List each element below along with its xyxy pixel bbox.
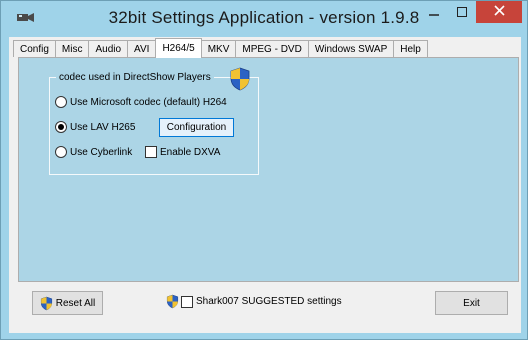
radio-lav-h265-label: Use LAV H265 xyxy=(70,121,136,133)
tab-help[interactable]: Help xyxy=(393,40,428,57)
uac-shield-icon xyxy=(166,294,179,309)
app-window: 32bit Settings Application - version 1.9… xyxy=(0,0,528,340)
suggested-settings-checkbox[interactable]: Shark007 SUGGESTED settings xyxy=(166,294,342,309)
close-button[interactable] xyxy=(476,1,522,23)
minimize-button[interactable] xyxy=(421,1,447,23)
suggested-settings-box[interactable] xyxy=(181,295,193,308)
uac-shield-icon xyxy=(40,296,53,311)
enable-dxva-label: Enable DXVA xyxy=(160,146,221,158)
enable-dxva-checkbox[interactable]: Enable DXVA xyxy=(145,146,220,158)
radio-cyberlink-label: Use Cyberlink xyxy=(70,146,133,158)
suggested-settings-label: Shark007 SUGGESTED settings xyxy=(196,296,342,307)
tab-h264-5[interactable]: H264/5 xyxy=(155,38,202,58)
enable-dxva-box[interactable] xyxy=(145,146,157,158)
tab-mkv[interactable]: MKV xyxy=(200,40,237,57)
tab-misc[interactable]: Misc xyxy=(54,40,90,57)
tab-windows-swap[interactable]: Windows SWAP xyxy=(307,40,395,57)
configuration-button[interactable]: Configuration xyxy=(159,118,234,137)
codec-group-title: codec used in DirectShow Players xyxy=(56,72,214,83)
radio-microsoft-codec-label: Use Microsoft codec (default) H264 xyxy=(70,96,227,108)
tab-avi[interactable]: AVI xyxy=(127,40,157,57)
uac-shield-icon xyxy=(229,67,251,96)
title-bar[interactable]: 32bit Settings Application - version 1.9… xyxy=(1,1,527,37)
tab-strip: Config Misc Audio AVI H264/5 MKV MPEG - … xyxy=(13,38,428,58)
reset-all-label: Reset All xyxy=(55,297,96,309)
radio-cyberlink[interactable]: Use Cyberlink xyxy=(55,146,132,158)
radio-lav-h265-circle[interactable] xyxy=(55,121,67,133)
tab-mpeg-dvd[interactable]: MPEG - DVD xyxy=(235,40,309,57)
radio-microsoft-codec-circle[interactable] xyxy=(55,96,67,108)
radio-lav-h265[interactable]: Use LAV H265 xyxy=(55,121,135,133)
radio-selected-dot xyxy=(58,124,64,130)
reset-all-button[interactable]: Reset All xyxy=(32,291,103,315)
close-icon xyxy=(493,3,505,21)
radio-microsoft-codec[interactable]: Use Microsoft codec (default) H264 xyxy=(55,96,227,108)
maximize-button[interactable] xyxy=(449,1,475,23)
tab-config[interactable]: Config xyxy=(13,40,56,57)
exit-button[interactable]: Exit xyxy=(435,291,508,315)
radio-cyberlink-circle[interactable] xyxy=(55,146,67,158)
tab-audio[interactable]: Audio xyxy=(88,40,129,57)
